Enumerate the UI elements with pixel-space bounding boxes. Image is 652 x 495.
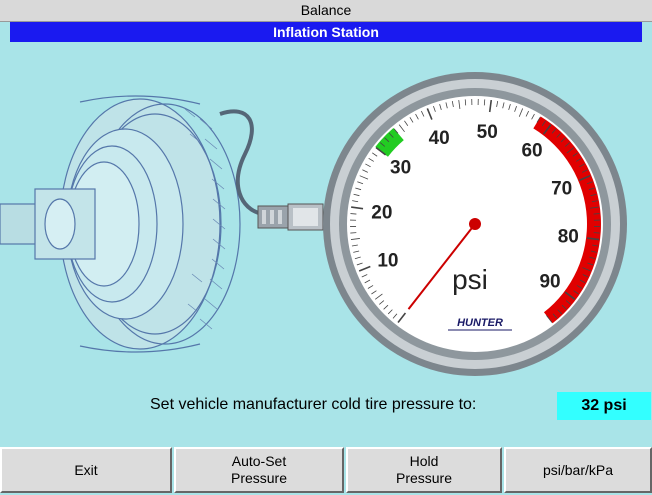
gauge-tick-label: 40 (429, 128, 450, 149)
hose-fitting (257, 203, 324, 231)
target-pressure-value[interactable]: 32 psi (557, 392, 651, 420)
hold-pressure-label: Hold Pressure (395, 453, 453, 486)
gauge-tick-label: 10 (377, 250, 398, 271)
gauge-tick-label: 90 (539, 272, 560, 293)
gauge-tick-label: 80 (558, 227, 579, 248)
pressure-prompt-label: Set vehicle manufacturer cold tire press… (150, 396, 477, 413)
gauge-tick (593, 213, 600, 215)
window-title: Balance (0, 0, 652, 22)
units-toggle-label: psi/bar/kPa (542, 461, 614, 478)
air-hose (219, 109, 263, 216)
auto-set-pressure-label: Auto-Set Pressure (230, 453, 288, 486)
gauge-tick-label: 70 (551, 179, 572, 200)
gauge-tick-label: 20 (371, 202, 392, 223)
screen-subtitle: Inflation Station (10, 22, 642, 42)
needle-hub (469, 218, 481, 230)
inflation-scene: 10 20 30 40 50 60 70 80 90 psi HUNTER (0, 44, 652, 384)
gauge-tick-label: 50 (477, 122, 498, 143)
tire-illustration (0, 95, 241, 353)
auto-set-pressure-button[interactable]: Auto-Set Pressure (174, 447, 344, 493)
gauge-tick (350, 213, 357, 215)
exit-button-label: Exit (74, 461, 98, 478)
gauge-unit-label: psi (452, 264, 488, 295)
tire-and-gauge-illustration: 10 20 30 40 50 60 70 80 90 psi HUNTER (0, 72, 627, 376)
hunter-logo: HUNTER (457, 317, 503, 329)
pressure-gauge: 10 20 30 40 50 60 70 80 90 psi HUNTER (323, 72, 627, 376)
hold-pressure-button[interactable]: Hold Pressure (346, 447, 502, 493)
gauge-tick-label: 60 (521, 140, 542, 161)
exit-button[interactable]: Exit (0, 447, 172, 493)
units-toggle-button[interactable]: psi/bar/kPa (504, 447, 652, 493)
gauge-tick-label: 30 (390, 158, 411, 179)
